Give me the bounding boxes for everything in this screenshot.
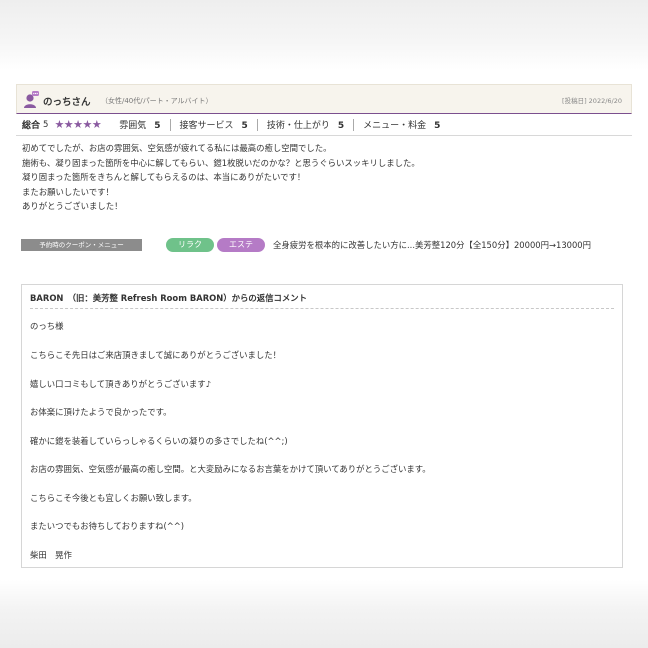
shop-reply: BARON （旧：美芳整 Refresh Room BARON）からの返信コメン… [21,284,623,568]
review-card: のっちさん （女性/40代/パート・アルバイト） [投稿日] 2022/6/20… [16,84,632,252]
post-date: [投稿日] 2022/6/20 [562,97,622,105]
bottom-shade [0,580,648,648]
rating-technique: 技術・仕上がり 5 [267,118,344,131]
rating-value: 5 [154,121,161,131]
review-line: 凝り固まった箇所をきちんと解してもらえるのは、本当にありがたいです！ [22,172,306,182]
review-line: ありがとうございました！ [22,201,123,211]
reviewer-name[interactable]: のっちさん [43,94,91,108]
review-body: 初めてでしたが、お店の雰囲気、空気感が疲れてる私には最高の癒し空間でした。 施術… [16,141,632,214]
reply-line: またいつでもお待ちしておりますね(^^) [30,521,185,531]
total-rating-label: 総合 [22,121,41,131]
reply-line: 確かに鎧を装着していらっしゃるくらいの凝りの多さでしたね(^^;) [30,436,288,446]
top-shade [0,0,648,70]
rating-label: 技術・仕上がり [266,121,330,131]
reply-line: 嬉しい口コミもして頂きありがとうございます♪ [30,379,211,389]
reviewer-avatar-icon [24,91,39,108]
review-line: 初めてでしたが、お店の雰囲気、空気感が疲れてる私には最高の癒し空間でした。 [22,143,332,153]
reply-signature: 柴田 晃作 [30,550,72,560]
tag-este[interactable]: エステ [217,238,265,252]
review-line: 施術も、凝り固まった箇所を中心に解してもらい、鎧1枚脱いだのかな？と思うぐらいス… [22,157,420,168]
rating-value: 5 [337,121,345,131]
reply-title: BARON （旧：美芳整 Refresh Room BARON）からの返信コメン… [30,292,614,309]
rating-value: 5 [434,121,441,131]
reply-line: お体楽に頂けたようで良かったです。 [30,407,172,417]
ratings-row: 総合 5 ★★★★★ 雰囲気 5 接客サービス 5 技術・仕上がり 5 メニュー・料金… [16,114,632,136]
rating-label: 接客サービス [179,121,234,131]
coupon-row: 予約時のクーポン・メニュー リラク エステ 全身疲労を根本的に改善したい方に..… [21,238,627,264]
reply-line: こちらこそ先日はご来店頂きまして誠にありがとうございました！ [30,350,281,360]
reply-line: お店の雰囲気、空気感が最高の癒し空間。と大変励みになるお言葉をかけて頂いてありが… [30,464,431,474]
star-rating: ★★★★★ [54,118,102,131]
tag-relax[interactable]: リラク [166,238,214,252]
rating-value: 5 [241,121,248,131]
rating-service: 接客サービス 5 [180,118,248,131]
reviewer-attributes: （女性/40代/パート・アルバイト） [101,97,213,105]
coupon-link[interactable]: 全身疲労を根本的に改善したい方に...美芳整120分【全150分】20000円→… [273,239,623,252]
rating-atmosphere: 雰囲気 5 [119,118,160,131]
reply-line: こちらこそ今後とも宜しくお願い致します。 [30,493,197,503]
rating-label: 雰囲気 [119,121,147,131]
total-rating-value: 5 [43,119,49,130]
rating-label: メニュー・料金 [363,121,427,131]
divider [256,118,258,131]
rating-menu-price: メニュー・料金 5 [363,118,440,131]
divider [169,118,171,131]
review-line: またお願いしたいです！ [22,186,114,197]
reply-line: のっち様 [30,321,64,331]
divider [353,118,355,131]
review-header: のっちさん （女性/40代/パート・アルバイト） [投稿日] 2022/6/20 [16,84,632,114]
coupon-label: 予約時のクーポン・メニュー [21,239,142,251]
